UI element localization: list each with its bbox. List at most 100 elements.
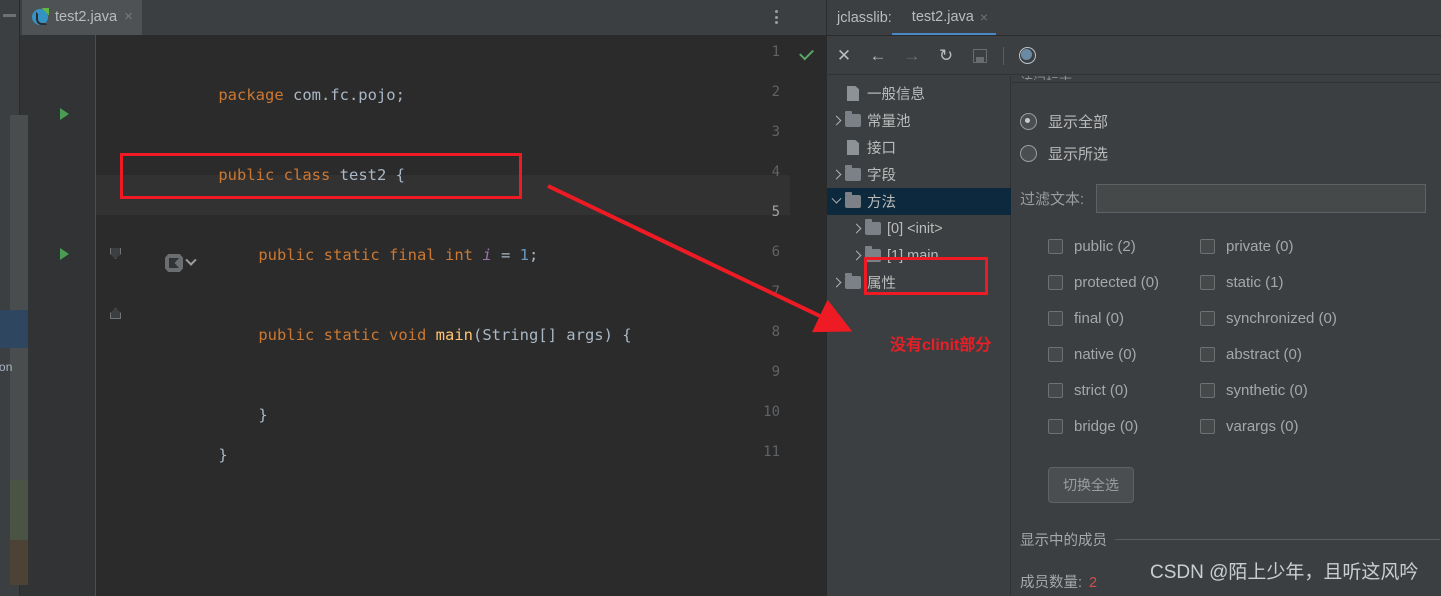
token: test2 { (339, 166, 405, 184)
radio-show-all[interactable]: 显示全部 (1020, 111, 1108, 132)
token: package (218, 86, 293, 104)
checkbox-abstract[interactable]: abstract (0) (1200, 336, 1337, 372)
run-class-gutter-icon[interactable] (60, 108, 69, 120)
app-root: test2.java × 1 2 3 4 5 6 7 8 9 10 11 pac… (0, 0, 1441, 596)
expander-right-icon[interactable] (827, 115, 845, 127)
forward-button[interactable]: → (895, 41, 929, 71)
section-rule (1115, 539, 1440, 540)
tree-item-general-info[interactable]: 一般信息 (827, 80, 1011, 107)
checkbox-label: static (1) (1226, 273, 1284, 291)
modifier-checkbox-grid: public (2) protected (0) final (0) nativ… (1048, 228, 1337, 444)
folder-icon (865, 219, 881, 235)
expander-right-icon[interactable] (827, 169, 845, 181)
checkbox-varargs[interactable]: varargs (0) (1200, 408, 1337, 444)
save-icon (973, 48, 987, 63)
tree-item-method-init[interactable]: [0] <init> (827, 215, 1011, 242)
checkbox-label: private (0) (1226, 237, 1294, 255)
checkbox-native[interactable]: native (0) (1048, 336, 1200, 372)
checkbox-icon[interactable] (1048, 310, 1063, 326)
checkbox-icon[interactable] (1200, 238, 1215, 254)
checkbox-icon[interactable] (1200, 310, 1215, 326)
checkbox-label: varargs (0) (1226, 417, 1299, 435)
checkbox-label: protected (0) (1074, 273, 1160, 291)
tree-item-constant-pool[interactable]: 常量池 (827, 107, 1011, 134)
checkbox-icon[interactable] (1048, 418, 1063, 434)
checkbox-label: synthetic (0) (1226, 381, 1308, 399)
back-button[interactable]: ← (861, 41, 895, 71)
radio-show-selected[interactable]: 显示所选 (1020, 143, 1108, 164)
checkbox-icon[interactable] (1200, 274, 1215, 290)
checkbox-icon[interactable] (1048, 238, 1063, 254)
tree-item-fields[interactable]: 字段 (827, 161, 1011, 188)
jclasslib-tab[interactable]: test2.java × (891, 9, 997, 35)
radio-icon[interactable] (1020, 145, 1037, 162)
tree-item-method-main[interactable]: [1] main (827, 242, 1011, 269)
checkbox-strict[interactable]: strict (0) (1048, 372, 1200, 408)
checkbox-static[interactable]: static (1) (1200, 264, 1337, 300)
expander-right-icon[interactable] (827, 277, 845, 289)
checkbox-final[interactable]: final (0) (1048, 300, 1200, 336)
filter-text-input[interactable] (1096, 184, 1427, 213)
tree-item-methods[interactable]: 方法 (827, 188, 1011, 215)
tree-item-label: 接口 (867, 141, 896, 157)
checkbox-icon[interactable] (1048, 382, 1063, 398)
checkbox-label: bridge (0) (1074, 417, 1139, 435)
expander-right-icon[interactable] (847, 223, 865, 235)
close-icon[interactable]: × (124, 9, 133, 24)
radio-icon-selected[interactable] (1020, 113, 1037, 130)
tool-window-selected-marker[interactable] (0, 310, 28, 348)
run-method-gutter-icon[interactable] (60, 248, 69, 260)
expander-down-icon[interactable] (827, 193, 845, 208)
checkbox-protected[interactable]: protected (0) (1048, 264, 1200, 300)
member-count-label: 成员数量: (1020, 575, 1083, 591)
member-count-value: 2 (1089, 575, 1098, 591)
editor-tab-test2java[interactable]: test2.java × (22, 0, 142, 35)
displayed-members-section: 显示中的成员 (1020, 529, 1440, 550)
checkbox-public[interactable]: public (2) (1048, 228, 1200, 264)
tool-window-label[interactable]: ion (0, 360, 13, 374)
close-icon[interactable]: × (980, 9, 988, 25)
annotation-note-no-clinit: 没有clinit部分 (890, 337, 992, 354)
checkbox-icon[interactable] (1200, 418, 1215, 434)
token: class (283, 166, 340, 184)
access-flags-detail: 访问标志 显示全部 显示所选 过滤文本: pub (1012, 75, 1441, 596)
tree-item-interfaces[interactable]: 接口 (827, 134, 1011, 161)
tree-item-label: [1] main (887, 247, 939, 264)
toggle-select-all-button[interactable]: 切换全选 (1048, 467, 1134, 503)
reload-button[interactable]: ↻ (929, 41, 963, 71)
checkbox-icon[interactable] (1048, 346, 1063, 362)
code-editor[interactable]: 1 2 3 4 5 6 7 8 9 10 11 package com.fc.p… (20, 35, 826, 596)
close-button[interactable]: ✕ (827, 41, 861, 71)
gutter-divider (95, 35, 96, 596)
editor-tab-label: test2.java (55, 8, 118, 25)
token: main (435, 326, 473, 344)
toolbar-divider (1003, 46, 1004, 65)
checkbox-synchronized[interactable]: synchronized (0) (1200, 300, 1337, 336)
checkbox-icon[interactable] (1048, 274, 1063, 290)
tree-item-label: [0] <init> (887, 220, 943, 237)
token: = (491, 246, 520, 264)
folder-icon (845, 192, 861, 208)
folder-icon (865, 246, 881, 262)
checkbox-label: native (0) (1074, 345, 1137, 363)
folder-icon (845, 273, 861, 289)
jclasslib-header: jclasslib: test2.java × (827, 0, 1441, 36)
checkbox-icon[interactable] (1200, 346, 1215, 362)
expander-right-icon[interactable] (847, 250, 865, 262)
checkbox-private[interactable]: private (0) (1200, 228, 1337, 264)
checkbox-bridge[interactable]: bridge (0) (1048, 408, 1200, 444)
jclasslib-tab-label: test2.java (911, 9, 974, 25)
editor-options-icon[interactable] (768, 8, 784, 26)
browse-button[interactable] (1010, 41, 1044, 71)
save-button[interactable] (963, 41, 997, 71)
checkbox-synthetic[interactable]: synthetic (0) (1200, 372, 1337, 408)
member-count-row: 成员数量: 2 (1020, 571, 1097, 592)
section-title-clipped: 访问标志 (1020, 72, 1120, 80)
editor-gutter[interactable] (20, 35, 96, 596)
tree-item-attributes[interactable]: 属性 (827, 269, 1011, 296)
section-label: 显示中的成员 (1020, 533, 1107, 549)
checkbox-icon[interactable] (1200, 382, 1215, 398)
token: 1 (519, 246, 529, 264)
tree-item-label: 字段 (867, 168, 896, 184)
code-line: } (125, 395, 227, 515)
